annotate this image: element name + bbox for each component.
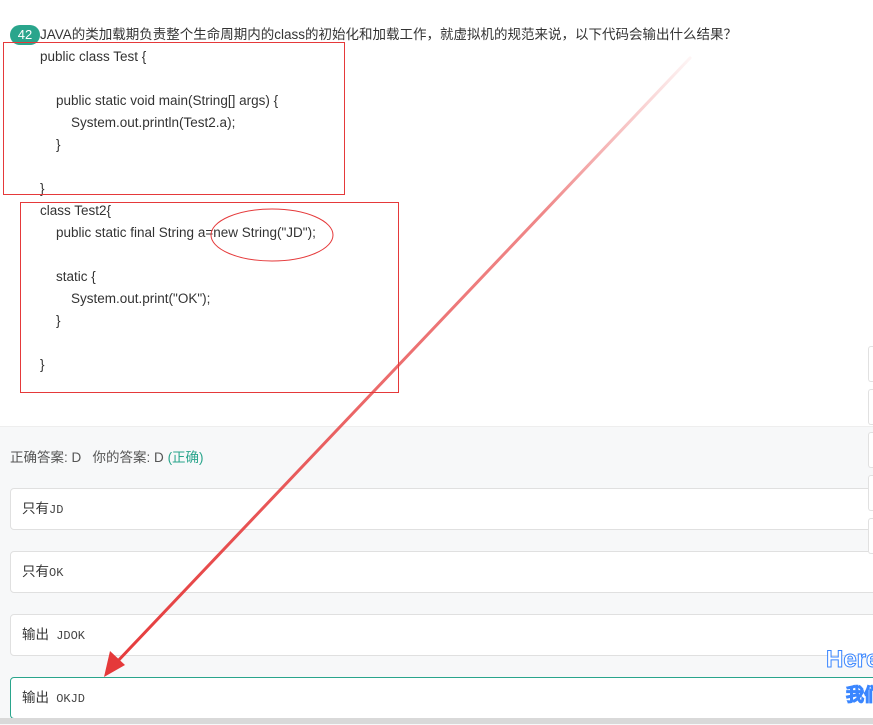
horizontal-scrollbar[interactable] — [0, 718, 873, 724]
annotation-box-test — [3, 42, 345, 195]
option-code: OKJD — [49, 692, 86, 706]
answer-summary: 正确答案: D 你的答案: D (正确) — [10, 449, 204, 467]
side-tab[interactable] — [868, 432, 873, 468]
side-tab[interactable] — [868, 518, 873, 554]
option-b[interactable]: 只有OK — [10, 551, 873, 593]
option-code: JDOK — [49, 629, 86, 643]
option-prefix: 只有 — [22, 564, 49, 579]
option-d[interactable]: 输出 OKJD — [10, 677, 873, 719]
option-c[interactable]: 输出 JDOK — [10, 614, 873, 656]
option-code: JD — [49, 503, 64, 517]
side-tab[interactable] — [868, 346, 873, 382]
watermark-text: Here — [825, 646, 873, 674]
side-tab[interactable] — [868, 389, 873, 425]
watermark-text: 我们 — [846, 685, 873, 706]
annotation-box-test2 — [20, 202, 399, 393]
question-area: 42 JAVA的类加载期负责整个生命周期内的class的初始化和加载工作，就虚拟… — [0, 0, 873, 426]
option-prefix: 只有 — [22, 501, 49, 516]
correct-answer-label: 正确答案: D — [10, 450, 82, 465]
answer-status: (正确) — [167, 450, 204, 465]
option-prefix: 输出 — [22, 690, 49, 705]
option-a[interactable]: 只有JD — [10, 488, 873, 530]
side-tab[interactable] — [868, 475, 873, 511]
your-answer-label: 你的答案: D — [92, 450, 164, 465]
option-prefix: 输出 — [22, 627, 49, 642]
option-code: OK — [49, 566, 64, 580]
